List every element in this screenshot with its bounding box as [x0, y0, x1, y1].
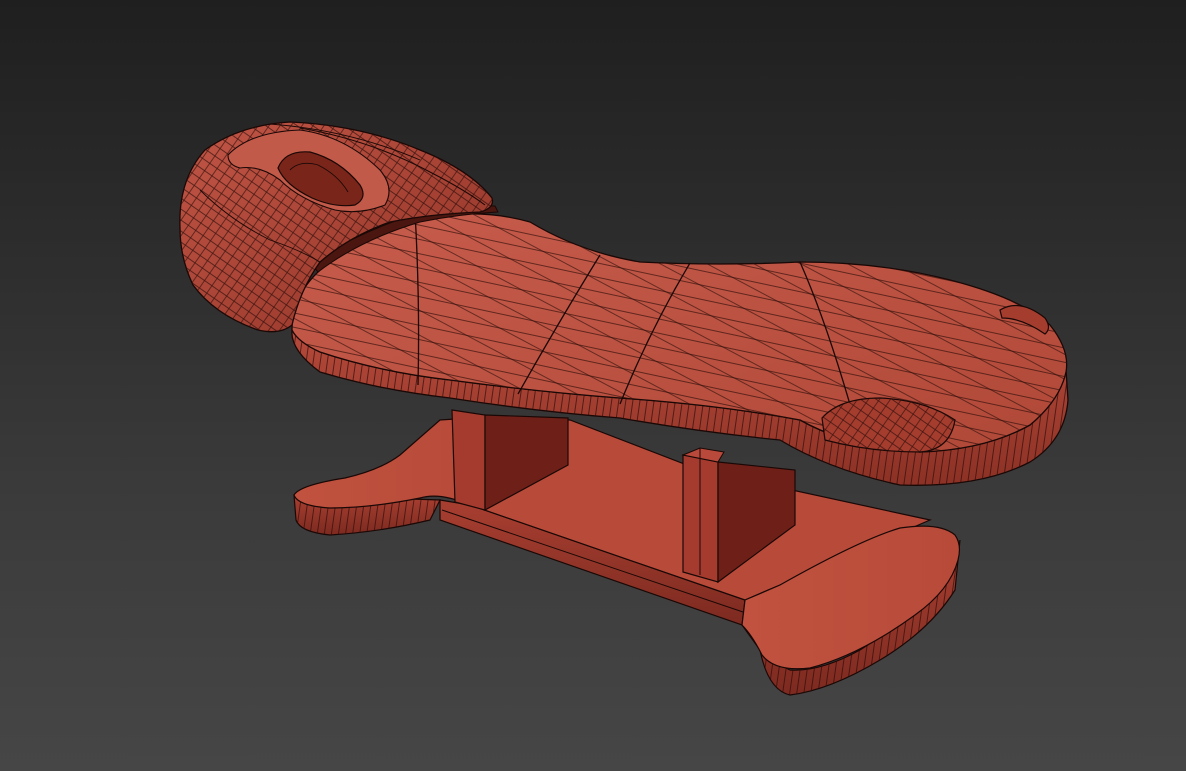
scene-canvas[interactable]: [0, 0, 1186, 771]
base-left-foot-top: [293, 417, 471, 509]
bed-cushion[interactable]: [291, 211, 1069, 486]
column-rear-face: [451, 409, 486, 511]
3d-viewport[interactable]: [0, 0, 1186, 771]
